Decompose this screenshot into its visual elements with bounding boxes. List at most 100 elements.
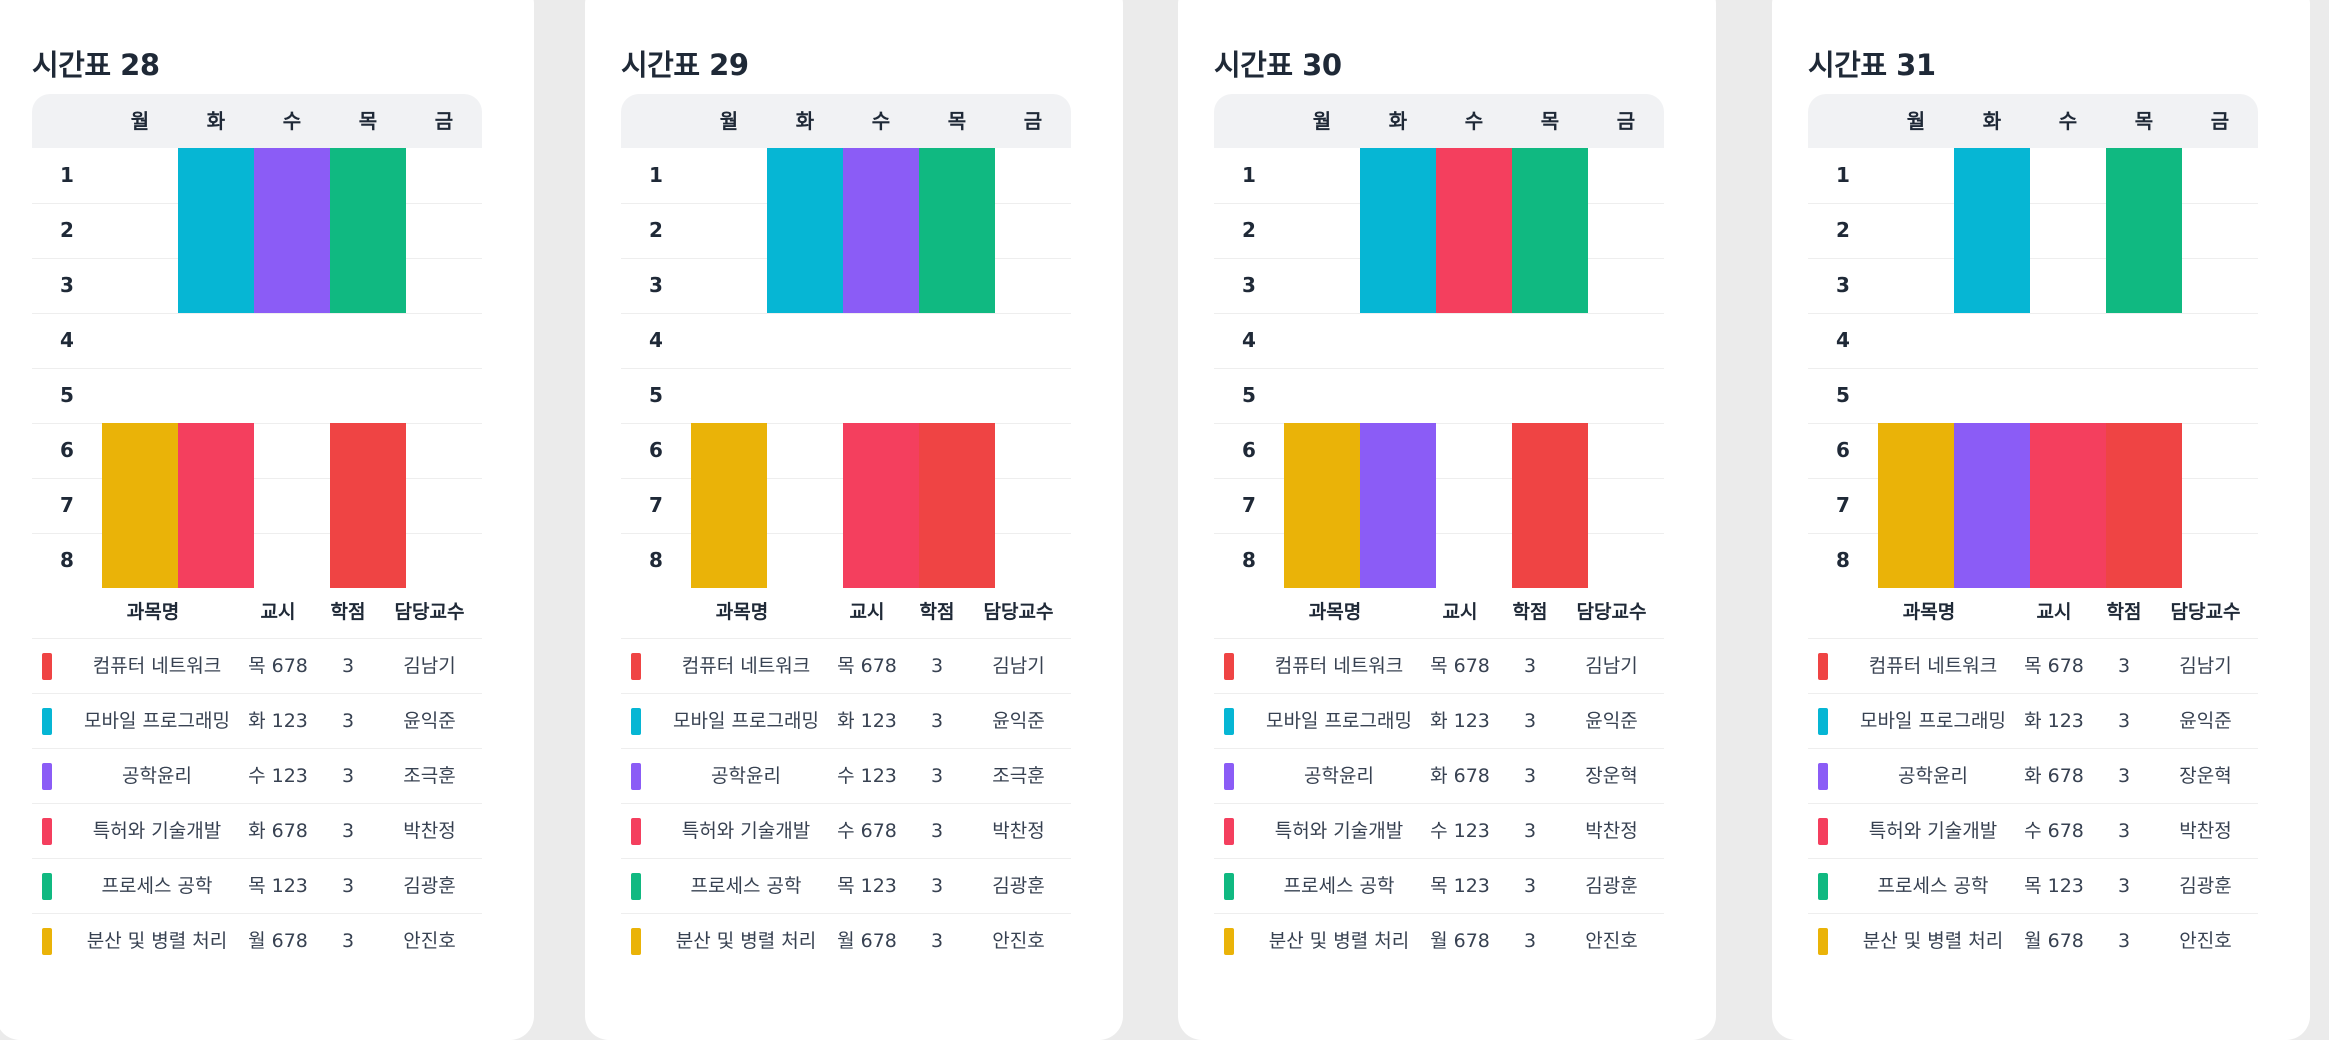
table-row[interactable]: 컴퓨터 네트워크 목 678 3 김남기	[1808, 639, 2258, 693]
day-header: 수	[871, 109, 891, 133]
course-name: 분산 및 병렬 처리	[1862, 930, 2004, 952]
course-block[interactable]	[1954, 423, 2030, 588]
table-header-cell: 교시	[260, 601, 296, 623]
period-label: 5	[649, 383, 663, 407]
table-row[interactable]: 공학윤리 화 678 3 장운혁	[1214, 749, 1664, 803]
course-block[interactable]	[1284, 423, 1360, 588]
course-block[interactable]	[843, 423, 919, 588]
course-color-swatch	[631, 763, 641, 790]
course-block[interactable]	[178, 148, 254, 313]
timetable-title: 시간표 30	[1214, 48, 1342, 82]
course-block[interactable]	[919, 148, 995, 313]
day-header: 수	[282, 109, 302, 133]
course-time: 목 678	[837, 655, 897, 677]
table-row[interactable]: 특허와 기술개발 수 678 3 박찬정	[621, 804, 1071, 858]
course-block[interactable]	[254, 148, 330, 313]
course-block[interactable]	[330, 423, 406, 588]
table-row[interactable]: 프로세스 공학 목 123 3 김광훈	[1214, 859, 1664, 913]
period-label: 1	[1242, 163, 1256, 187]
table-row[interactable]: 공학윤리 화 678 3 장운혁	[1808, 749, 2258, 803]
course-prof: 윤익준	[992, 710, 1045, 732]
course-block[interactable]	[1878, 423, 1954, 588]
course-block[interactable]	[330, 148, 406, 313]
course-block[interactable]	[691, 423, 767, 588]
table-row[interactable]: 프로세스 공학 목 123 3 김광훈	[1808, 859, 2258, 913]
course-block[interactable]	[2106, 423, 2182, 588]
period-label: 7	[1242, 493, 1256, 517]
course-time: 화 123	[1430, 710, 1490, 732]
course-block[interactable]	[1436, 148, 1512, 313]
course-color-swatch	[1224, 818, 1234, 845]
course-time: 수 123	[1430, 820, 1490, 842]
table-header-cell: 담당교수	[1576, 601, 1647, 623]
course-credit: 3	[930, 710, 944, 732]
table-row[interactable]: 특허와 기술개발 수 678 3 박찬정	[1808, 804, 2258, 858]
day-header: 월	[130, 109, 150, 133]
course-block[interactable]	[1512, 148, 1588, 313]
course-block[interactable]	[102, 423, 178, 588]
course-block[interactable]	[1360, 148, 1436, 313]
table-row[interactable]: 모바일 프로그래밍 화 123 3 윤익준	[32, 694, 482, 748]
course-credit: 3	[930, 655, 944, 677]
table-row[interactable]: 공학윤리 수 123 3 조극훈	[32, 749, 482, 803]
period-label: 7	[649, 493, 663, 517]
course-color-swatch	[42, 818, 52, 845]
course-name: 컴퓨터 네트워크	[1274, 655, 1404, 677]
course-time: 목 678	[248, 655, 308, 677]
table-row[interactable]: 분산 및 병렬 처리 월 678 3 안진호	[1214, 914, 1664, 968]
course-block[interactable]	[767, 148, 843, 313]
course-block[interactable]	[1360, 423, 1436, 588]
table-row[interactable]: 모바일 프로그래밍 화 123 3 윤익준	[1808, 694, 2258, 748]
course-time: 월 678	[2024, 930, 2084, 952]
course-prof: 안진호	[992, 930, 1045, 952]
table-row[interactable]: 분산 및 병렬 처리 월 678 3 안진호	[1808, 914, 2258, 968]
table-row[interactable]: 컴퓨터 네트워크 목 678 3 김남기	[32, 639, 482, 693]
course-time: 목 123	[1430, 875, 1490, 897]
timetable-title: 시간표 29	[621, 48, 749, 82]
table-row[interactable]: 모바일 프로그래밍 화 123 3 윤익준	[1214, 694, 1664, 748]
course-block[interactable]	[1512, 423, 1588, 588]
table-row[interactable]: 분산 및 병렬 처리 월 678 3 안진호	[621, 914, 1071, 968]
course-credit: 3	[2117, 710, 2131, 732]
table-row[interactable]: 공학윤리 수 123 3 조극훈	[621, 749, 1071, 803]
period-label: 3	[1242, 273, 1256, 297]
course-time: 화 678	[248, 820, 308, 842]
table-row[interactable]: 컴퓨터 네트워크 목 678 3 김남기	[621, 639, 1071, 693]
course-name: 공학윤리	[122, 765, 192, 787]
course-prof: 박찬정	[992, 820, 1045, 842]
course-credit: 3	[1523, 655, 1537, 677]
course-credit: 3	[930, 765, 944, 787]
day-header: 화	[1388, 109, 1408, 133]
course-name: 모바일 프로그래밍	[84, 710, 230, 732]
course-name: 분산 및 병렬 처리	[1268, 930, 1410, 952]
course-credit: 3	[930, 875, 944, 897]
table-row[interactable]: 분산 및 병렬 처리 월 678 3 안진호	[32, 914, 482, 968]
course-block[interactable]	[919, 423, 995, 588]
course-color-swatch	[42, 763, 52, 790]
period-label: 8	[649, 548, 663, 572]
table-row[interactable]: 모바일 프로그래밍 화 123 3 윤익준	[621, 694, 1071, 748]
course-color-swatch	[631, 928, 641, 955]
table-row[interactable]: 컴퓨터 네트워크 목 678 3 김남기	[1214, 639, 1664, 693]
period-label: 4	[1242, 328, 1256, 352]
timetable-card: 시간표 28 월 화 수 목 금 1 2 3 4 5 6 7 8 과목명 교시 학점 담당교수 컴퓨터 네트워크 목 …	[0, 0, 534, 1040]
course-block[interactable]	[178, 423, 254, 588]
table-row[interactable]: 프로세스 공학 목 123 3 김광훈	[621, 859, 1071, 913]
course-color-swatch	[1818, 708, 1828, 735]
period-label: 6	[1836, 438, 1850, 462]
table-row[interactable]: 특허와 기술개발 수 123 3 박찬정	[1214, 804, 1664, 858]
course-prof: 김남기	[1585, 655, 1638, 677]
table-row[interactable]: 프로세스 공학 목 123 3 김광훈	[32, 859, 482, 913]
course-block[interactable]	[1954, 148, 2030, 313]
course-prof: 김광훈	[1585, 875, 1638, 897]
course-credit: 3	[1523, 710, 1537, 732]
course-color-swatch	[1224, 653, 1234, 680]
course-block[interactable]	[843, 148, 919, 313]
course-block[interactable]	[2106, 148, 2182, 313]
table-header-cell: 학점	[2106, 601, 2142, 623]
course-color-swatch	[1224, 708, 1234, 735]
course-block[interactable]	[2030, 423, 2106, 588]
table-row[interactable]: 특허와 기술개발 화 678 3 박찬정	[32, 804, 482, 858]
timetable-grid: 월 화 수 목 금 1 2 3 4 5 6 7 8	[621, 94, 1071, 588]
period-label: 6	[649, 438, 663, 462]
